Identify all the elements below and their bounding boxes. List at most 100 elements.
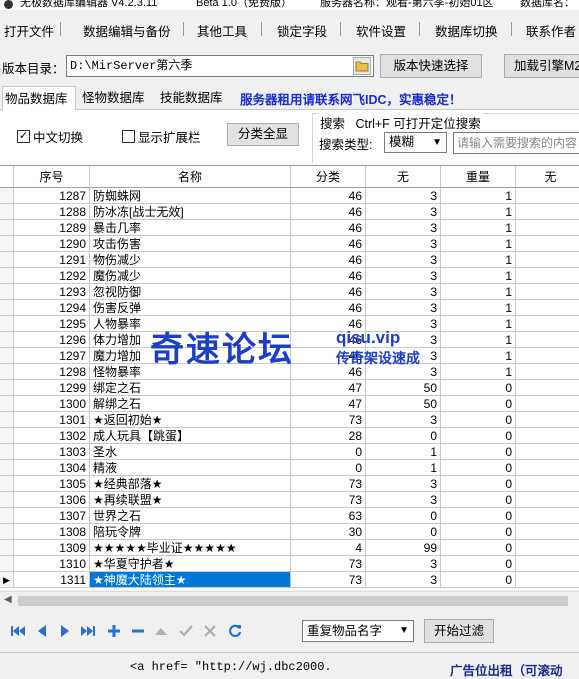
delete-record-icon[interactable]	[130, 623, 146, 639]
cell-none[interactable]: 0	[366, 508, 441, 524]
column-header-category[interactable]: 分类	[291, 166, 366, 188]
menu-open-file[interactable]: 打开文件	[4, 21, 54, 40]
cell-category[interactable]: 46	[291, 252, 366, 268]
row-indicator[interactable]	[0, 396, 14, 412]
cell-name[interactable]: 解绑之石	[90, 396, 291, 412]
cell-category[interactable]: 46	[291, 268, 366, 284]
start-filter-button[interactable]: 开始过滤	[424, 619, 494, 643]
cell-none2[interactable]	[516, 380, 579, 396]
cell-none2[interactable]	[516, 492, 579, 508]
cell-id[interactable]: 1295	[14, 316, 90, 332]
table-row[interactable]: 1300 解绑之石 47 50 0	[0, 396, 579, 412]
cell-id[interactable]: 1299	[14, 380, 90, 396]
row-indicator[interactable]	[0, 380, 14, 396]
cell-none2[interactable]	[516, 476, 579, 492]
cell-none[interactable]: 3	[366, 572, 441, 588]
cell-weight[interactable]: 0	[441, 508, 516, 524]
cell-id[interactable]: 1306	[14, 492, 90, 508]
status-link[interactable]: <a href= "http://wj.dbc2000.	[130, 660, 332, 674]
row-indicator[interactable]	[0, 300, 14, 316]
cell-name[interactable]: 圣水	[90, 444, 291, 460]
edit-record-icon[interactable]	[153, 623, 169, 639]
cell-id[interactable]: 1290	[14, 236, 90, 252]
cell-id[interactable]: 1287	[14, 188, 90, 204]
cell-none[interactable]: 99	[366, 540, 441, 556]
cell-none[interactable]: 3	[366, 252, 441, 268]
row-indicator[interactable]	[0, 284, 14, 300]
show-all-button[interactable]: 分类全显	[227, 123, 299, 146]
table-row[interactable]: 1289 暴击几率 46 3 1	[0, 220, 579, 236]
duplicate-name-select[interactable]: 重复物品名字 ▼	[302, 620, 414, 642]
cell-none[interactable]: 3	[366, 556, 441, 572]
promo-banner[interactable]: 服务器租用请联系网飞IDC，实惠稳定！	[240, 89, 462, 108]
cell-id[interactable]: 1301	[14, 412, 90, 428]
cell-category[interactable]: 73	[291, 492, 366, 508]
chinese-switch-checkbox[interactable]: ✓ 中文切换	[17, 127, 83, 146]
cell-weight[interactable]: 0	[441, 476, 516, 492]
cell-none[interactable]: 3	[366, 412, 441, 428]
cell-none2[interactable]	[516, 524, 579, 540]
cell-name[interactable]: 防蜘蛛网	[90, 188, 291, 204]
cell-weight[interactable]: 1	[441, 204, 516, 220]
cell-none2[interactable]	[516, 220, 579, 236]
cell-weight[interactable]: 0	[441, 444, 516, 460]
cell-none[interactable]: 3	[366, 476, 441, 492]
row-indicator[interactable]	[0, 188, 14, 204]
cell-weight[interactable]: 0	[441, 396, 516, 412]
row-indicator[interactable]	[0, 412, 14, 428]
cell-id[interactable]: 1311	[14, 572, 90, 588]
cell-category[interactable]: 73	[291, 556, 366, 572]
cell-none2[interactable]	[516, 188, 579, 204]
cell-weight[interactable]: 0	[441, 572, 516, 588]
cell-none2[interactable]	[516, 268, 579, 284]
cell-id[interactable]: 1293	[14, 284, 90, 300]
cell-id[interactable]: 1289	[14, 220, 90, 236]
cell-category[interactable]: 0	[291, 444, 366, 460]
cell-id[interactable]: 1304	[14, 460, 90, 476]
cell-weight[interactable]: 1	[441, 220, 516, 236]
cell-weight[interactable]: 1	[441, 300, 516, 316]
row-indicator[interactable]	[0, 252, 14, 268]
cell-category[interactable]: 0	[291, 460, 366, 476]
cell-name[interactable]: 世界之石	[90, 508, 291, 524]
cell-none2[interactable]	[516, 444, 579, 460]
refresh-icon[interactable]	[227, 623, 243, 639]
cell-none[interactable]: 0	[366, 524, 441, 540]
cell-none[interactable]: 50	[366, 396, 441, 412]
column-header-none[interactable]: 无	[366, 166, 441, 188]
table-row[interactable]: 1292 魔伤减少 46 3 1	[0, 268, 579, 284]
cell-category[interactable]: 47	[291, 380, 366, 396]
cell-category[interactable]: 4	[291, 540, 366, 556]
cell-none2[interactable]	[516, 332, 579, 348]
menu-db-switch[interactable]: 数据库切换	[435, 21, 498, 40]
cell-name[interactable]: 精液	[90, 460, 291, 476]
row-indicator[interactable]	[0, 204, 14, 220]
cell-none[interactable]: 3	[366, 204, 441, 220]
horizontal-scrollbar[interactable]: ◀	[0, 591, 579, 609]
cell-name[interactable]: ★经典部落★	[90, 476, 291, 492]
cell-id[interactable]: 1296	[14, 332, 90, 348]
cell-id[interactable]: 1302	[14, 428, 90, 444]
scrollbar-thumb[interactable]	[18, 596, 568, 606]
cell-category[interactable]: 47	[291, 396, 366, 412]
prev-record-icon[interactable]	[34, 623, 50, 639]
cell-category[interactable]: 30	[291, 524, 366, 540]
table-row[interactable]: 1302 成人玩具【跳蛋】 28 0 0	[0, 428, 579, 444]
cell-category[interactable]: 46	[291, 236, 366, 252]
row-indicator[interactable]	[0, 332, 14, 348]
cell-id[interactable]: 1305	[14, 476, 90, 492]
first-record-icon[interactable]	[10, 623, 26, 639]
cell-weight[interactable]: 1	[441, 332, 516, 348]
cell-none2[interactable]	[516, 348, 579, 364]
cell-category[interactable]: 73	[291, 572, 366, 588]
table-row[interactable]: 1287 防蜘蛛网 46 3 1	[0, 188, 579, 204]
status-ad[interactable]: 广告位出租（可滚动	[450, 660, 563, 679]
cell-name[interactable]: 防冰冻[战士无效]	[90, 204, 291, 220]
table-row[interactable]: 1304 精液 0 1 0	[0, 460, 579, 476]
cell-category[interactable]: 46	[291, 204, 366, 220]
menu-contact[interactable]: 联系作者	[526, 21, 576, 40]
cell-name[interactable]: 忽视防御	[90, 284, 291, 300]
menu-settings[interactable]: 软件设置	[356, 21, 406, 40]
cell-none[interactable]: 3	[366, 492, 441, 508]
next-record-icon[interactable]	[57, 623, 73, 639]
